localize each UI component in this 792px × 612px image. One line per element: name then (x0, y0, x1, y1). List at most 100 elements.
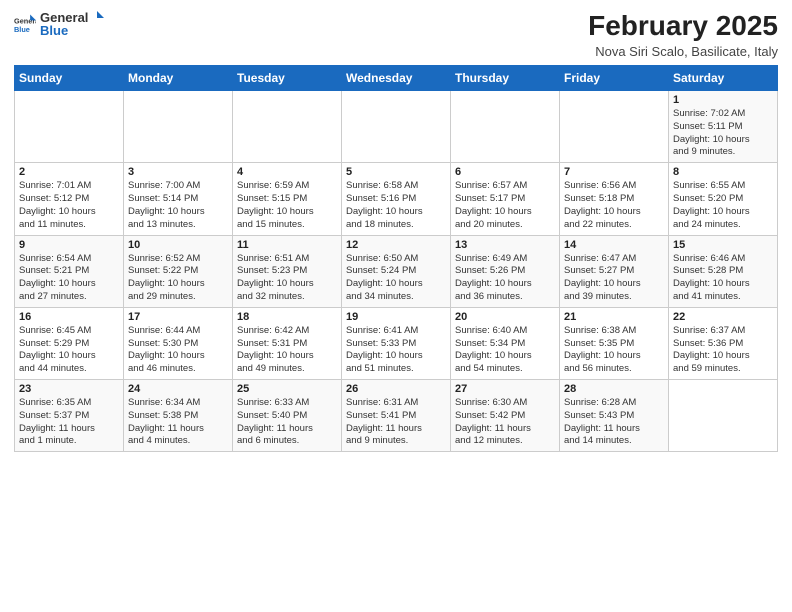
calendar-cell: 26 Sunrise: 6:31 AM Sunset: 5:41 PM Dayli… (342, 380, 451, 452)
calendar-cell: 9 Sunrise: 6:54 AM Sunset: 5:21 PM Daylig… (15, 235, 124, 307)
calendar-cell: 2 Sunrise: 7:01 AM Sunset: 5:12 PM Daylig… (15, 163, 124, 235)
calendar-header-row: SundayMondayTuesdayWednesdayThursdayFrid… (15, 66, 778, 91)
day-info: Sunrise: 6:59 AM Sunset: 5:15 PM Dayligh… (237, 180, 337, 231)
logo-arrow-icon (90, 11, 104, 25)
day-number: 15 (673, 239, 773, 251)
day-info: Sunrise: 7:02 AM Sunset: 5:11 PM Dayligh… (673, 108, 773, 159)
day-info: Sunrise: 6:54 AM Sunset: 5:21 PM Dayligh… (19, 253, 119, 304)
day-info: Sunrise: 7:01 AM Sunset: 5:12 PM Dayligh… (19, 180, 119, 231)
calendar-cell: 3Sunrise: 7:00 AM Sunset: 5:14 PM Daylig… (124, 163, 233, 235)
calendar-week-row: 23Sunrise: 6:35 AM Sunset: 5:37 PM Dayli… (15, 380, 778, 452)
day-info: Sunrise: 6:57 AM Sunset: 5:17 PM Dayligh… (455, 180, 555, 231)
day-number: 24 (128, 383, 228, 395)
day-number: 7 (564, 166, 664, 178)
day-number: 13 (455, 239, 555, 251)
day-number: 2 (19, 166, 119, 178)
calendar-cell: 14Sunrise: 6:47 AM Sunset: 5:27 PM Dayli… (560, 235, 669, 307)
calendar-cell: 17 Sunrise: 6:44 AM Sunset: 5:30 PM Dayli… (124, 307, 233, 379)
logo: General Blue General Blue (14, 10, 104, 38)
day-number: 4 (237, 166, 337, 178)
calendar-cell: 27Sunrise: 6:30 AM Sunset: 5:42 PM Dayli… (451, 380, 560, 452)
day-info: Sunrise: 6:47 AM Sunset: 5:27 PM Dayligh… (564, 253, 664, 304)
calendar-cell: 7 Sunrise: 6:56 AM Sunset: 5:18 PM Daylig… (560, 163, 669, 235)
calendar-cell: 21Sunrise: 6:38 AM Sunset: 5:35 PM Dayli… (560, 307, 669, 379)
calendar-page: General Blue General Blue February 2025 … (0, 0, 792, 612)
calendar-cell: 22 Sunrise: 6:37 AM Sunset: 5:36 PM Dayli… (669, 307, 778, 379)
calendar-week-row: 2 Sunrise: 7:01 AM Sunset: 5:12 PM Daylig… (15, 163, 778, 235)
day-number: 8 (673, 166, 773, 178)
day-number: 9 (19, 239, 119, 251)
day-info: Sunrise: 6:44 AM Sunset: 5:30 PM Dayligh… (128, 325, 228, 376)
day-of-week-header: Monday (124, 66, 233, 91)
day-of-week-header: Saturday (669, 66, 778, 91)
day-number: 20 (455, 311, 555, 323)
calendar-cell (669, 380, 778, 452)
day-info: Sunrise: 6:34 AM Sunset: 5:38 PM Dayligh… (128, 397, 228, 448)
day-info: Sunrise: 6:50 AM Sunset: 5:24 PM Dayligh… (346, 253, 446, 304)
day-info: Sunrise: 6:42 AM Sunset: 5:31 PM Dayligh… (237, 325, 337, 376)
calendar-cell (342, 91, 451, 163)
day-number: 25 (237, 383, 337, 395)
header: General Blue General Blue February 2025 … (14, 10, 778, 59)
day-info: Sunrise: 6:28 AM Sunset: 5:43 PM Dayligh… (564, 397, 664, 448)
day-number: 11 (237, 239, 337, 251)
day-number: 10 (128, 239, 228, 251)
calendar-week-row: 1Sunrise: 7:02 AM Sunset: 5:11 PM Daylig… (15, 91, 778, 163)
day-number: 12 (346, 239, 446, 251)
day-info: Sunrise: 6:55 AM Sunset: 5:20 PM Dayligh… (673, 180, 773, 231)
calendar-cell (560, 91, 669, 163)
day-info: Sunrise: 6:56 AM Sunset: 5:18 PM Dayligh… (564, 180, 664, 231)
calendar-cell: 6 Sunrise: 6:57 AM Sunset: 5:17 PM Daylig… (451, 163, 560, 235)
day-number: 6 (455, 166, 555, 178)
day-info: Sunrise: 6:33 AM Sunset: 5:40 PM Dayligh… (237, 397, 337, 448)
day-info: Sunrise: 6:45 AM Sunset: 5:29 PM Dayligh… (19, 325, 119, 376)
day-of-week-header: Friday (560, 66, 669, 91)
day-number: 5 (346, 166, 446, 178)
calendar-cell: 16 Sunrise: 6:45 AM Sunset: 5:29 PM Dayli… (15, 307, 124, 379)
day-number: 16 (19, 311, 119, 323)
calendar-cell: 10Sunrise: 6:52 AM Sunset: 5:22 PM Dayli… (124, 235, 233, 307)
calendar-cell: 23Sunrise: 6:35 AM Sunset: 5:37 PM Dayli… (15, 380, 124, 452)
calendar-cell: 20 Sunrise: 6:40 AM Sunset: 5:34 PM Dayli… (451, 307, 560, 379)
calendar-table: SundayMondayTuesdayWednesdayThursdayFrid… (14, 65, 778, 452)
day-info: Sunrise: 6:41 AM Sunset: 5:33 PM Dayligh… (346, 325, 446, 376)
calendar-cell (233, 91, 342, 163)
day-info: Sunrise: 7:00 AM Sunset: 5:14 PM Dayligh… (128, 180, 228, 231)
day-info: Sunrise: 6:30 AM Sunset: 5:42 PM Dayligh… (455, 397, 555, 448)
day-number: 18 (237, 311, 337, 323)
calendar-title: February 2025 (588, 10, 778, 42)
calendar-cell: 1Sunrise: 7:02 AM Sunset: 5:11 PM Daylig… (669, 91, 778, 163)
logo-icon: General Blue (14, 13, 36, 35)
calendar-cell: 25 Sunrise: 6:33 AM Sunset: 5:40 PM Dayli… (233, 380, 342, 452)
calendar-cell (451, 91, 560, 163)
day-info: Sunrise: 6:37 AM Sunset: 5:36 PM Dayligh… (673, 325, 773, 376)
calendar-cell (15, 91, 124, 163)
day-of-week-header: Wednesday (342, 66, 451, 91)
svg-text:Blue: Blue (14, 25, 30, 34)
day-number: 26 (346, 383, 446, 395)
day-of-week-header: Sunday (15, 66, 124, 91)
day-number: 28 (564, 383, 664, 395)
calendar-cell: 4 Sunrise: 6:59 AM Sunset: 5:15 PM Daylig… (233, 163, 342, 235)
day-info: Sunrise: 6:35 AM Sunset: 5:37 PM Dayligh… (19, 397, 119, 448)
calendar-cell: 15 Sunrise: 6:46 AM Sunset: 5:28 PM Dayli… (669, 235, 778, 307)
calendar-cell: 18 Sunrise: 6:42 AM Sunset: 5:31 PM Dayli… (233, 307, 342, 379)
day-info: Sunrise: 6:51 AM Sunset: 5:23 PM Dayligh… (237, 253, 337, 304)
calendar-cell: 24 Sunrise: 6:34 AM Sunset: 5:38 PM Dayli… (124, 380, 233, 452)
day-info: Sunrise: 6:31 AM Sunset: 5:41 PM Dayligh… (346, 397, 446, 448)
calendar-cell: 19 Sunrise: 6:41 AM Sunset: 5:33 PM Dayli… (342, 307, 451, 379)
day-of-week-header: Thursday (451, 66, 560, 91)
calendar-location: Nova Siri Scalo, Basilicate, Italy (588, 44, 778, 59)
calendar-cell: 5 Sunrise: 6:58 AM Sunset: 5:16 PM Daylig… (342, 163, 451, 235)
day-info: Sunrise: 6:49 AM Sunset: 5:26 PM Dayligh… (455, 253, 555, 304)
day-info: Sunrise: 6:46 AM Sunset: 5:28 PM Dayligh… (673, 253, 773, 304)
day-number: 19 (346, 311, 446, 323)
day-info: Sunrise: 6:58 AM Sunset: 5:16 PM Dayligh… (346, 180, 446, 231)
day-info: Sunrise: 6:40 AM Sunset: 5:34 PM Dayligh… (455, 325, 555, 376)
day-number: 22 (673, 311, 773, 323)
calendar-week-row: 9 Sunrise: 6:54 AM Sunset: 5:21 PM Daylig… (15, 235, 778, 307)
day-number: 21 (564, 311, 664, 323)
calendar-cell: 28 Sunrise: 6:28 AM Sunset: 5:43 PM Dayli… (560, 380, 669, 452)
day-number: 17 (128, 311, 228, 323)
calendar-cell: 13 Sunrise: 6:49 AM Sunset: 5:26 PM Dayli… (451, 235, 560, 307)
